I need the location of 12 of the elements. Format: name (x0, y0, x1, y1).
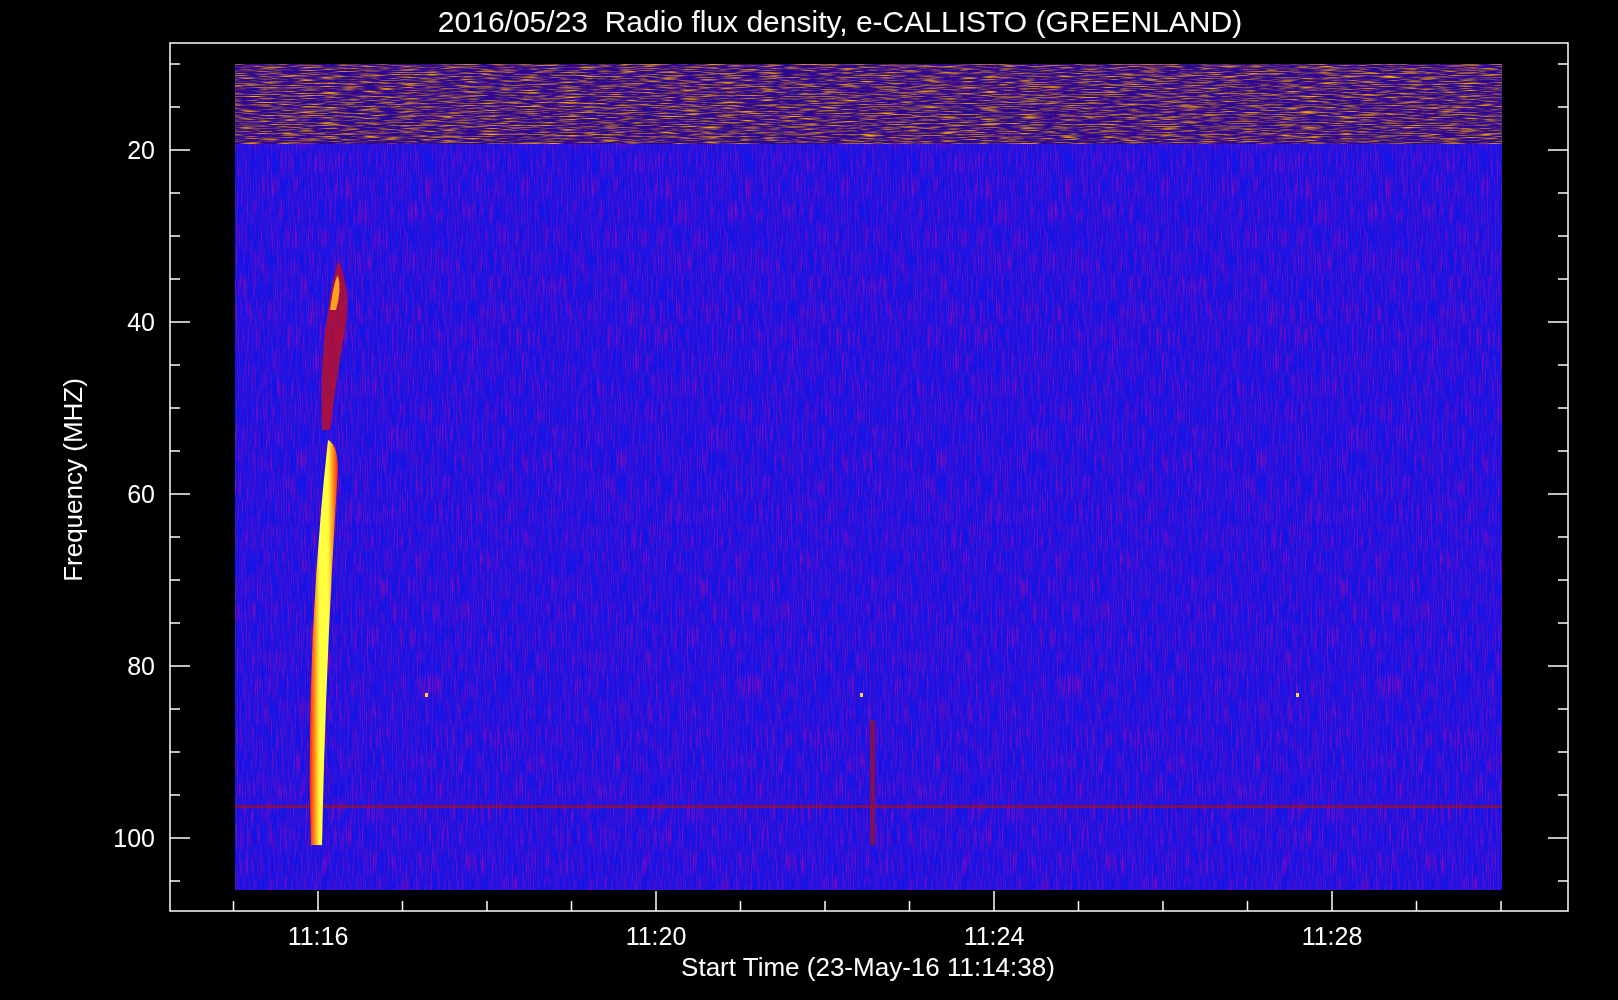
tick-label: 80 (127, 652, 155, 680)
tick-label: 11:20 (625, 922, 687, 950)
tick-label: 60 (127, 480, 155, 508)
tick-label: 11:28 (1301, 922, 1363, 950)
axis-title: Frequency (MHZ) (58, 378, 88, 582)
tick-label: 100 (113, 824, 155, 852)
axis-title: Start Time (23-May-16 11:14:38) (681, 952, 1055, 982)
tick-label: 40 (127, 308, 155, 336)
tick-label: 11:16 (287, 922, 349, 950)
tick-label: 20 (127, 136, 155, 164)
tick-label: 11:24 (963, 922, 1025, 950)
chart-title: 2016/05/23 Radio flux density, e-CALLISTO (GREENLAND) (437, 5, 1243, 38)
